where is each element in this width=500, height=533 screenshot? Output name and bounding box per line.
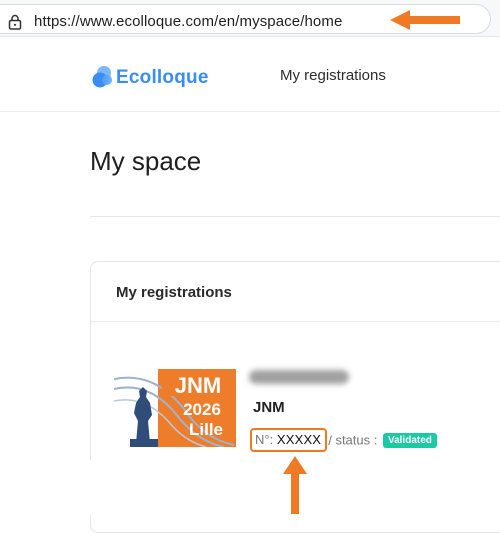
event-logo-city: Lille (189, 420, 223, 439)
registration-info: N°: XXXXX / status : Validated (250, 428, 437, 452)
divider (90, 216, 500, 217)
annotation-arrow-left-icon (390, 10, 460, 30)
event-logo-year: 2026 (183, 400, 221, 419)
page-bottom-area (0, 460, 500, 514)
browser-address-bar: https://www.ecolloque.com/en/myspace/hom… (0, 0, 500, 37)
registration-number: XXXXX (276, 432, 322, 447)
nav-my-registrations[interactable]: My registrations (280, 67, 386, 84)
card-title: My registrations (116, 284, 232, 301)
event-logo-title: JNM (175, 373, 221, 398)
separator: / (328, 432, 332, 448)
event-name[interactable]: JNM (253, 399, 285, 416)
page-title: My space (90, 146, 202, 176)
logo-bubbles-icon (92, 66, 112, 88)
card-divider (91, 321, 500, 322)
registrant-name-redacted (249, 370, 349, 384)
registration-number-highlight: N°: XXXXX (250, 428, 328, 452)
status-label: status : (335, 432, 378, 448)
url-text[interactable]: https://www.ecolloque.com/en/myspace/hom… (34, 13, 342, 30)
lock-icon[interactable] (8, 14, 22, 30)
annotation-arrow-up-icon (283, 456, 307, 514)
logo-text: Ecolloque (116, 67, 209, 88)
event-logo[interactable]: JNM 2026 Lille (114, 369, 236, 447)
site-header: Ecolloque My registrations (0, 37, 500, 112)
status-badge: Validated (382, 432, 437, 448)
registration-number-label: N°: (255, 432, 274, 447)
